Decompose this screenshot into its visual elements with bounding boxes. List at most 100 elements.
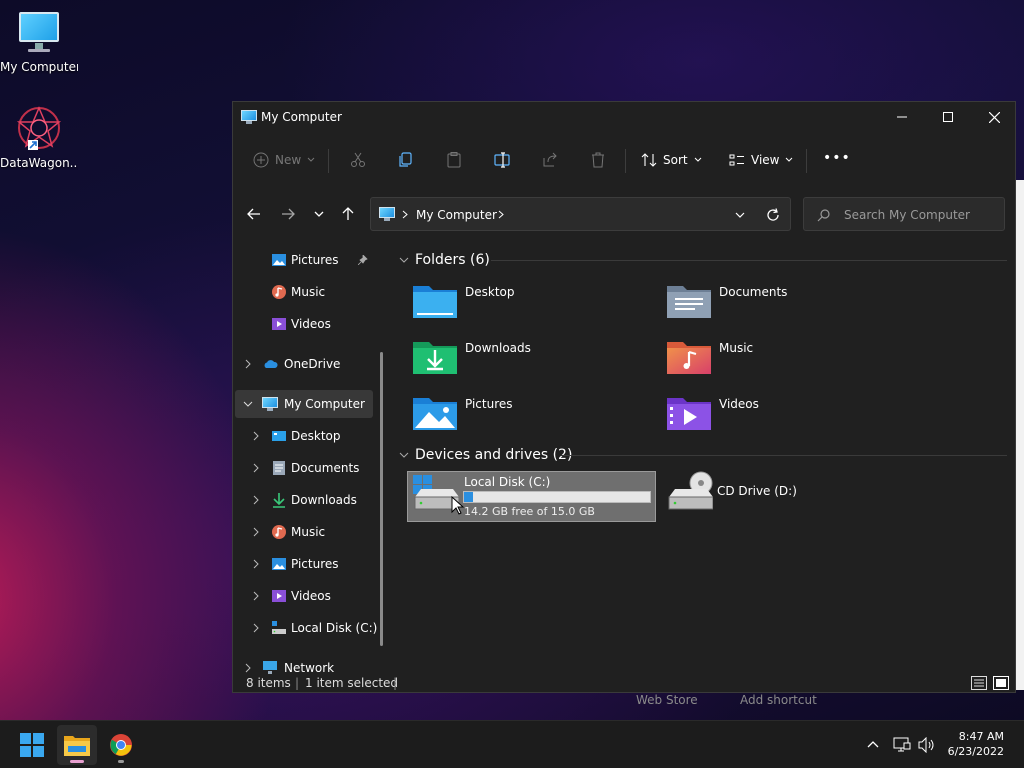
folder-name: Music xyxy=(719,341,754,355)
sidebar-item-documents[interactable]: Documents xyxy=(233,454,371,482)
folder-documents[interactable]: Documents xyxy=(667,282,907,322)
sidebar-item-local-disk[interactable]: Local Disk (C:) xyxy=(233,614,377,642)
delete-button[interactable] xyxy=(590,152,606,168)
clock-time: 8:47 AM xyxy=(958,730,1004,743)
chevron-right-icon xyxy=(498,210,504,219)
breadcrumb-my-computer[interactable]: My Computer xyxy=(416,208,497,222)
maximize-button[interactable] xyxy=(925,102,971,132)
sidebar-item-downloads[interactable]: Downloads xyxy=(233,486,371,514)
chevron-down-icon xyxy=(399,452,409,458)
chevron-down-icon[interactable] xyxy=(243,399,253,409)
share-button[interactable] xyxy=(542,152,558,168)
item-count: 8 items xyxy=(246,676,291,690)
pin-icon[interactable] xyxy=(358,255,368,265)
view-button[interactable]: View xyxy=(729,152,793,168)
see-more-button[interactable]: ••• xyxy=(823,150,851,166)
folder-videos[interactable]: Videos xyxy=(667,394,907,434)
sidebar-item-onedrive[interactable]: OneDrive xyxy=(233,350,371,378)
group-divider xyxy=(491,260,1007,261)
desktop-icon-label: My Computer xyxy=(0,60,78,74)
drives-group-header[interactable]: Devices and drives (2) xyxy=(399,447,572,463)
trash-icon xyxy=(592,152,604,168)
minimize-icon xyxy=(897,116,907,118)
chevron-right-icon[interactable] xyxy=(251,495,261,505)
sidebar-item-label: Downloads xyxy=(291,493,357,507)
search-placeholder: Search My Computer xyxy=(844,208,970,222)
taskbar-file-explorer[interactable] xyxy=(57,725,97,765)
minimize-button[interactable] xyxy=(879,102,925,132)
sidebar-item-label: Pictures xyxy=(291,253,339,267)
chevron-down-icon[interactable] xyxy=(735,212,745,219)
arrow-right-icon xyxy=(282,208,295,220)
sidebar-item-videos-quick[interactable]: Videos xyxy=(233,310,371,338)
folder-name: Documents xyxy=(719,285,788,299)
close-button[interactable] xyxy=(971,102,1017,132)
folder-music[interactable]: Music xyxy=(667,338,907,378)
rename-button[interactable] xyxy=(494,152,510,168)
new-button[interactable]: New xyxy=(253,152,315,168)
tiles-view-icon[interactable] xyxy=(993,676,1009,690)
pictures-folder-icon xyxy=(413,398,457,430)
more-dots-icon: ••• xyxy=(823,150,851,166)
add-shortcut-text: Add shortcut xyxy=(740,693,817,707)
chevron-right-icon[interactable] xyxy=(243,663,253,673)
copy-button[interactable] xyxy=(398,152,414,168)
sidebar-item-music-quick[interactable]: Music xyxy=(233,278,371,306)
start-button[interactable] xyxy=(12,725,52,765)
drive-usage-bar xyxy=(463,491,651,503)
navigation-row: My Computer Search My Computer xyxy=(233,197,1015,231)
cloud-icon xyxy=(264,360,278,368)
address-bar[interactable]: My Computer xyxy=(370,197,791,231)
sidebar-item-music[interactable]: Music xyxy=(233,518,371,546)
refresh-icon[interactable] xyxy=(766,208,780,222)
folder-downloads[interactable]: Downloads xyxy=(413,338,653,378)
chevron-up-icon[interactable] xyxy=(867,740,879,748)
drive-cd-d[interactable]: CD Drive (D:) xyxy=(667,471,907,522)
sidebar-scrollbar[interactable] xyxy=(380,352,383,646)
volume-icon[interactable] xyxy=(918,737,936,753)
sidebar-item-videos[interactable]: Videos xyxy=(233,582,371,610)
window-title: My Computer xyxy=(261,110,342,124)
chevron-right-icon[interactable] xyxy=(243,359,253,369)
sort-button[interactable]: Sort xyxy=(641,152,702,168)
sidebar-item-my-computer[interactable]: My Computer xyxy=(235,390,373,418)
chevron-right-icon[interactable] xyxy=(251,623,261,633)
folders-group-header[interactable]: Folders (6) xyxy=(399,252,490,268)
chevron-down-icon xyxy=(307,157,315,162)
chevron-right-icon[interactable] xyxy=(251,559,261,569)
sort-icon xyxy=(641,153,657,167)
navigation-pane: Pictures Music Videos OneDrive My Comput… xyxy=(233,242,383,676)
plus-circle-icon xyxy=(253,152,269,168)
sidebar-item-network[interactable]: Network xyxy=(233,654,371,676)
title-bar[interactable]: My Computer xyxy=(233,102,1015,132)
chevron-right-icon[interactable] xyxy=(251,591,261,601)
folder-name: Desktop xyxy=(465,285,515,299)
search-box[interactable]: Search My Computer xyxy=(803,197,1005,231)
desktop-folder-icon xyxy=(272,431,286,441)
chevron-right-icon[interactable] xyxy=(251,463,261,473)
sidebar-item-pictures[interactable]: Pictures xyxy=(233,550,371,578)
chevron-right-icon[interactable] xyxy=(251,431,261,441)
status-separator: | xyxy=(393,676,398,690)
details-view-icon[interactable] xyxy=(971,676,987,690)
desktop-icon-my-computer[interactable]: My Computer xyxy=(0,10,78,74)
toolbar-separator xyxy=(328,149,329,173)
paste-button[interactable] xyxy=(446,152,462,168)
drive-local-disk-c[interactable]: Local Disk (C:) 14.2 GB free of 15.0 GB xyxy=(407,471,656,522)
folder-desktop[interactable]: Desktop xyxy=(413,282,653,322)
cut-button[interactable] xyxy=(350,152,366,168)
folder-name: Videos xyxy=(719,397,759,411)
folder-pictures[interactable]: Pictures xyxy=(413,394,653,434)
forward-button[interactable] xyxy=(275,201,301,227)
sidebar-item-pictures-quick[interactable]: Pictures xyxy=(233,246,371,274)
back-button[interactable] xyxy=(241,201,267,227)
recent-locations-button[interactable] xyxy=(306,201,332,227)
desktop-icon-datawagon[interactable]: DataWagon... xyxy=(0,104,78,170)
network-status-icon[interactable] xyxy=(893,737,911,753)
system-clock[interactable]: 8:47 AM 6/23/2022 xyxy=(948,729,1004,759)
taskbar-chrome[interactable] xyxy=(101,725,141,765)
sidebar-item-desktop[interactable]: Desktop xyxy=(233,422,371,450)
chevron-right-icon[interactable] xyxy=(251,527,261,537)
view-list-icon xyxy=(729,154,744,166)
up-button[interactable] xyxy=(335,201,361,227)
